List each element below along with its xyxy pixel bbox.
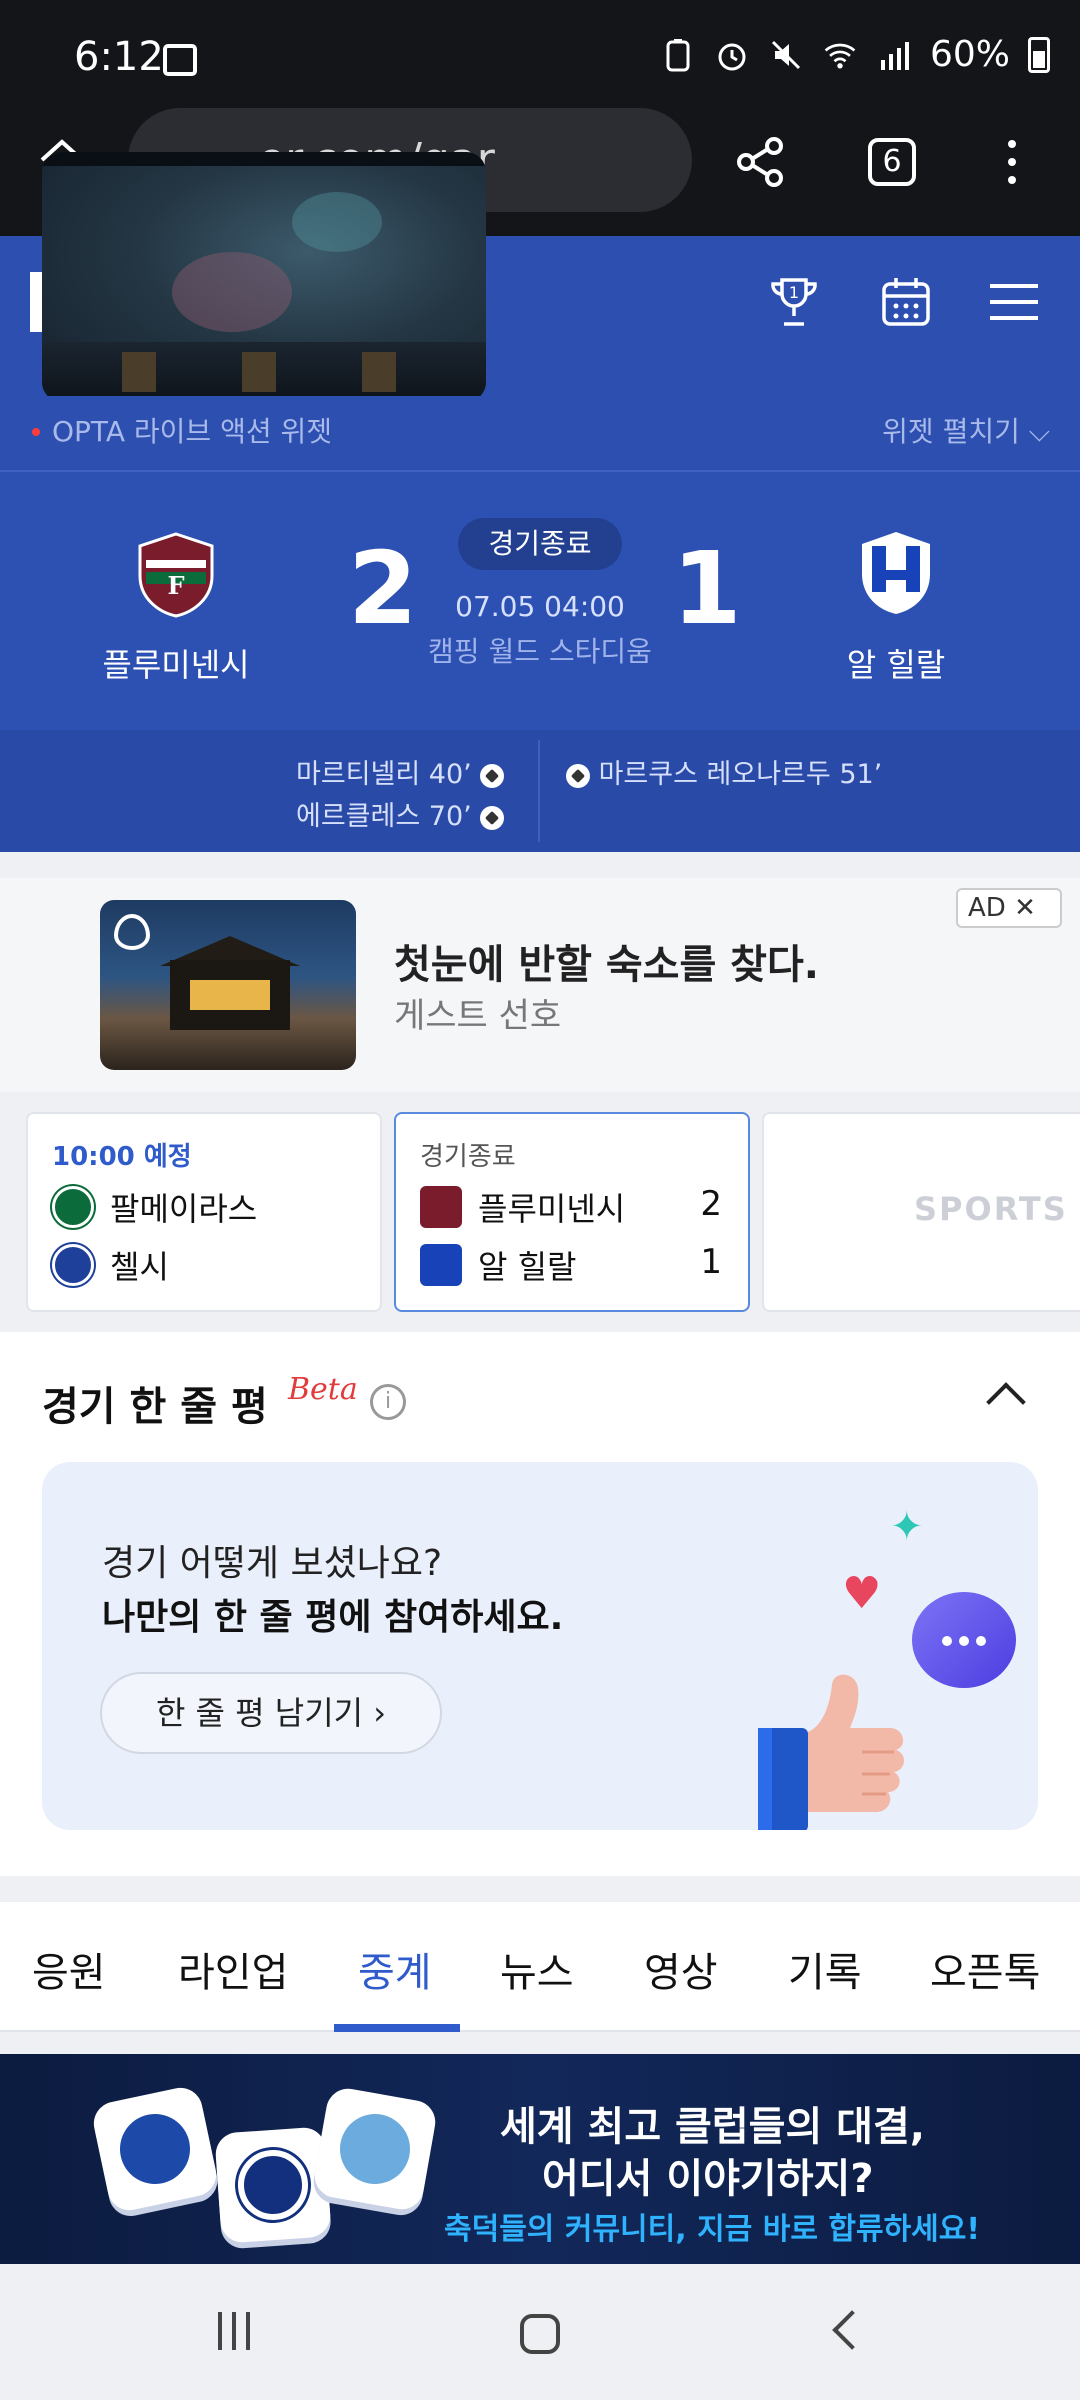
pip-video-overlay[interactable] [42,152,486,402]
card-team-row: 플루미넨시 [420,1184,625,1230]
tab-broadcast[interactable]: 중계 [358,1940,432,1998]
trophy-icon[interactable]: 1 [764,272,824,332]
widget-label: OPTA 라이브 액션 위젯 [52,415,333,448]
tab-video[interactable]: 영상 [644,1940,718,1998]
home-scorer-1: 마르티넬리 40’ [296,752,505,791]
tab-lineup[interactable]: 라인업 [178,1940,288,1998]
ad-badge[interactable]: AD ✕ [956,888,1062,928]
card-status: 10:00 예정 [52,1142,192,1172]
airbnb-logo-icon [114,914,150,950]
banner-subline: 축덕들의 커뮤니티, 지금 바로 합류하세요! [444,2212,981,2247]
tab-open-talk[interactable]: 오픈톡 [930,1940,1040,1998]
match-tab-bar: 응원 라인업 중계 뉴스 영상 기록 오픈톡 [0,1902,1080,2032]
system-nav-bar [0,2274,1080,2400]
goal-scorers: 마르티넬리 40’ 에르클레스 70’ 마르쿠스 레오나르두 51’ [0,730,1080,852]
card-team-row: 팔메이라스 [52,1184,257,1230]
write-review-button[interactable]: 한 줄 평 남기기 › [100,1672,442,1754]
man-city-club-cube-icon [311,2085,439,2213]
beta-tag: Beta [288,1372,358,1407]
mute-icon [768,37,804,73]
card-status: 경기종료 [420,1142,516,1172]
review-question: 경기 어떻게 보셨나요? [102,1543,443,1584]
close-icon[interactable]: ✕ [1014,893,1036,923]
soccer-ball-icon [566,763,590,788]
chevron-up-icon[interactable] [986,1382,1026,1422]
match-card[interactable]: 10:00 예정 팔메이라스 첼시 [26,1112,382,1312]
card-score: 1 [700,1242,722,1282]
banner-headline-2: 어디서 이야기하지? [542,2156,874,2202]
svg-text:F: F [167,571,184,600]
card-team-row: 첼시 [52,1242,169,1288]
battery-percent: 60% [929,34,1010,75]
one-line-review-section: 경기 한 줄 평 Beta i 경기 어떻게 보셨나요? 나만의 한 줄 평에 … [0,1332,1080,1876]
status-time: 6:12 [74,34,164,80]
home-team-name[interactable]: 플루미넨시 [56,640,296,686]
opta-widget-row: OPTA 라이브 액션 위젯 위젯 펼치기 ⌵ [0,396,1080,470]
card-score: 2 [700,1184,722,1224]
tab-records[interactable]: 기록 [788,1940,862,1998]
back-icon[interactable] [832,2310,872,2350]
alarm-icon [714,37,750,73]
review-prompt: 나만의 한 줄 평에 참여하세요. [102,1597,564,1638]
widget-expand-label: 위젯 펼치기 [882,415,1020,448]
match-card-active[interactable]: 경기종료 플루미넨시 2 알 힐랄 1 [394,1112,750,1312]
match-card-placeholder[interactable]: SPORTS [762,1112,1080,1312]
active-tab-indicator [334,2024,460,2032]
sports-placeholder: SPORTS [914,1190,1068,1228]
heart-icon: ♥ [842,1568,882,1619]
status-bar: 6:12 60% [0,0,1080,124]
ad-subtitle: 게스트 선호 [394,996,562,1036]
soccer-ball-icon [480,805,505,830]
away-scorer-1: 마르쿠스 레오나르두 51’ [566,752,882,791]
live-dot [32,428,40,436]
home-button-icon[interactable] [520,2314,560,2354]
ad-image [100,900,356,1070]
fluminense-crest-icon [420,1186,462,1228]
tab-cheer[interactable]: 응원 [32,1940,106,1998]
banner-headline-1: 세계 최고 클럽들의 대결, [500,2104,925,2150]
scoreboard: F 플루미넨시 2 경기종료 07.05 04:00 캠핑 월드 스타디움 1 … [0,470,1080,730]
share-icon[interactable] [732,134,788,190]
section-title: 경기 한 줄 평 [42,1384,268,1430]
wifi-icon [822,37,858,73]
away-team-name[interactable]: 알 힐랄 [776,640,1016,686]
info-icon[interactable]: i [370,1384,406,1420]
card-team-row: 알 힐랄 [420,1242,577,1288]
sparkle-icon: ✦ [890,1504,924,1550]
away-score: 1 [672,530,742,647]
tab-news[interactable]: 뉴스 [500,1940,574,1998]
al-hilal-crest-icon [420,1244,462,1286]
status-icons: 60% [660,34,1050,75]
ad-title: 첫눈에 반할 숙소를 찾다. [394,942,819,988]
chevron-down-icon: ⌵ [1028,415,1050,448]
chelsea-crest-icon [52,1244,94,1286]
more-menu-icon[interactable] [1008,140,1016,194]
home-scorer-2: 에르클레스 70’ [296,794,505,833]
thumbs-up-icon [758,1674,905,1830]
svg-text:1: 1 [789,283,799,302]
signal-icon [876,37,912,73]
calendar-icon[interactable] [876,272,936,332]
battery-icon [1028,36,1050,73]
hamburger-menu-icon[interactable] [984,272,1044,332]
ulsan-club-cube-icon [89,2083,221,2215]
fluminense-crest-icon[interactable]: F [138,532,214,618]
chat-bubble-icon [912,1592,1016,1688]
tab-switcher-button[interactable]: 6 [868,138,916,186]
review-prompt-panel: 경기 어떻게 보셨나요? 나만의 한 줄 평에 참여하세요. 한 줄 평 남기기… [42,1462,1038,1830]
community-banner[interactable]: 세계 최고 클럽들의 대결, 어디서 이야기하지? 축덕들의 커뮤니티, 지금 … [0,2054,1080,2264]
widget-expand-button[interactable]: 위젯 펼치기 ⌵ [882,410,1050,450]
gallery-notification-icon [163,44,197,76]
match-venue: 캠핑 월드 스타디움 [428,635,652,668]
inter-club-cube-icon [214,2126,332,2244]
kickoff-datetime: 07.05 04:00 [455,590,625,623]
ad-banner[interactable]: 첫눈에 반할 숙소를 찾다. 게스트 선호 AD ✕ [0,878,1080,1092]
soccer-ball-icon [480,763,505,788]
recent-apps-icon[interactable] [218,2312,260,2354]
battery-saver-icon [660,37,696,73]
al-hilal-crest-icon[interactable] [858,530,934,616]
match-cards-carousel: 10:00 예정 팔메이라스 첼시 경기종료 플루미넨시 2 알 힐랄 1 SP… [0,1092,1080,1332]
match-status-badge: 경기종료 [458,518,622,570]
palmeiras-crest-icon [52,1186,94,1228]
